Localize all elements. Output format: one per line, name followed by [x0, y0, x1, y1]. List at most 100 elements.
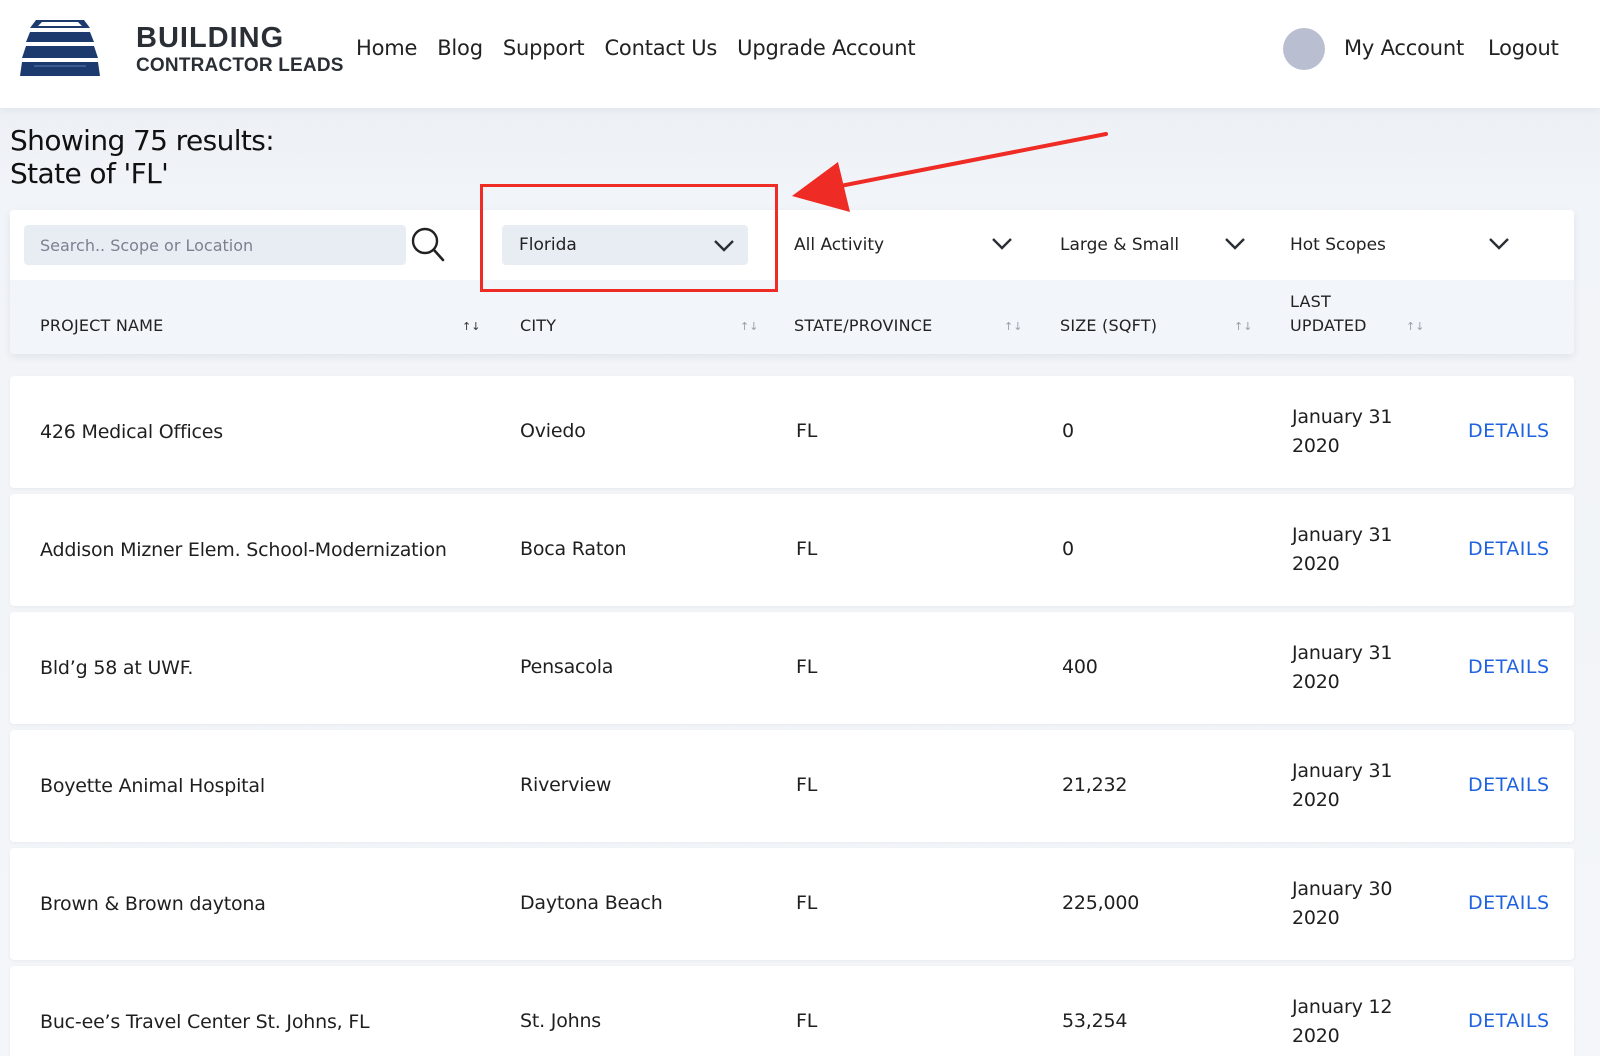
last-updated: January 31 2020 — [1292, 757, 1422, 815]
activity-dropdown-value: All Activity — [794, 235, 885, 255]
last-updated-year: 2020 — [1292, 435, 1340, 457]
last-updated: January 31 2020 — [1292, 639, 1422, 697]
size-dropdown[interactable]: Large & Small — [1060, 235, 1245, 255]
top-header: BUILDING CONTRACTOR LEADS Home Blog Supp… — [0, 0, 1600, 108]
last-updated: January 31 2020 — [1292, 521, 1422, 579]
state-select[interactable]: Florida — [502, 225, 748, 265]
logout-link[interactable]: Logout — [1488, 36, 1559, 60]
results-heading: Showing 75 results: State of 'FL' — [10, 124, 275, 190]
last-updated-year: 2020 — [1292, 553, 1340, 575]
details-link[interactable]: DETAILS — [1468, 889, 1550, 918]
nav-upgrade-account[interactable]: Upgrade Account — [737, 36, 915, 60]
results-filter-summary: State of 'FL' — [10, 157, 169, 190]
sort-icon[interactable]: ↑↓ — [740, 320, 758, 333]
column-city[interactable]: CITY — [520, 314, 556, 338]
last-updated-date: January 12 — [1292, 996, 1393, 1018]
search-icon[interactable] — [410, 225, 446, 263]
building-logo-icon[interactable] — [20, 18, 100, 80]
scopes-dropdown[interactable]: Hot Scopes — [1290, 235, 1509, 255]
state: FL — [796, 892, 818, 914]
last-updated-date: January 31 — [1292, 406, 1393, 428]
main-nav: Home Blog Support Contact Us Upgrade Acc… — [356, 36, 916, 60]
city: St. Johns — [520, 1010, 602, 1032]
nav-support[interactable]: Support — [503, 36, 585, 60]
chevron-down-icon — [992, 238, 1012, 250]
scopes-dropdown-value: Hot Scopes — [1290, 235, 1386, 255]
chevron-down-icon — [714, 240, 734, 252]
brand-line-1: BUILDING — [136, 22, 285, 54]
column-last-updated-line-2: UPDATED — [1290, 316, 1367, 335]
city: Oviedo — [520, 420, 586, 442]
avatar[interactable] — [1283, 28, 1325, 70]
last-updated-year: 2020 — [1292, 1025, 1340, 1047]
activity-dropdown[interactable]: All Activity — [794, 235, 1012, 255]
column-last-updated-line-1: LAST — [1290, 292, 1331, 311]
city: Riverview — [520, 774, 612, 796]
project-name: Brown & Brown daytona — [40, 892, 266, 915]
column-state-province[interactable]: STATE/PROVINCE — [794, 314, 932, 338]
size-sqft: 0 — [1062, 538, 1074, 560]
last-updated-year: 2020 — [1292, 907, 1340, 929]
project-name: Buc-ee’s Travel Center St. Johns, FL — [40, 1010, 370, 1033]
column-last-updated[interactable]: LAST UPDATED — [1290, 290, 1367, 338]
last-updated-date: January 31 — [1292, 642, 1393, 664]
table-row: Boyette Animal Hospital Riverview FL 21,… — [10, 730, 1574, 842]
details-link[interactable]: DETAILS — [1468, 535, 1550, 564]
last-updated: January 31 2020 — [1292, 403, 1422, 461]
size-sqft: 400 — [1062, 656, 1098, 678]
state: FL — [796, 1010, 818, 1032]
size-sqft: 53,254 — [1062, 1010, 1128, 1032]
my-account-link[interactable]: My Account — [1344, 36, 1464, 60]
table-row: Bld’g 58 at UWF. Pensacola FL 400 Januar… — [10, 612, 1574, 724]
table-row: 426 Medical Offices Oviedo FL 0 January … — [10, 376, 1574, 488]
sort-icon[interactable]: ↑↓ — [462, 320, 480, 333]
results-list: 426 Medical Offices Oviedo FL 0 January … — [10, 376, 1574, 1056]
project-name: Addison Mizner Elem. School-Modernizatio… — [40, 538, 447, 561]
column-size[interactable]: SIZE (SQFT) — [1060, 314, 1157, 338]
city: Pensacola — [520, 656, 614, 678]
city: Boca Raton — [520, 538, 627, 560]
details-link[interactable]: DETAILS — [1468, 1007, 1550, 1036]
table-row: Brown & Brown daytona Daytona Beach FL 2… — [10, 848, 1574, 960]
nav-contact-us[interactable]: Contact Us — [604, 36, 717, 60]
state: FL — [796, 774, 818, 796]
last-updated-date: January 31 — [1292, 760, 1393, 782]
nav-home[interactable]: Home — [356, 36, 417, 60]
filter-panel: Florida All Activity Large & Small Hot S… — [10, 210, 1574, 354]
nav-blog[interactable]: Blog — [437, 36, 483, 60]
table-header: PROJECT NAME ↑↓ CITY ↑↓ STATE/PROVINCE ↑… — [10, 280, 1574, 354]
city: Daytona Beach — [520, 892, 663, 914]
sort-icon[interactable]: ↑↓ — [1406, 320, 1424, 333]
sort-icon[interactable]: ↑↓ — [1004, 320, 1022, 333]
state: FL — [796, 656, 818, 678]
last-updated: January 30 2020 — [1292, 875, 1422, 933]
project-name: Bld’g 58 at UWF. — [40, 656, 194, 679]
sort-icon[interactable]: ↑↓ — [1234, 320, 1252, 333]
state: FL — [796, 420, 818, 442]
chevron-down-icon — [1225, 238, 1245, 250]
size-sqft: 225,000 — [1062, 892, 1140, 914]
last-updated: January 12 2020 — [1292, 993, 1422, 1051]
size-dropdown-value: Large & Small — [1060, 235, 1180, 255]
state-select-value: Florida — [519, 235, 577, 255]
project-name: Boyette Animal Hospital — [40, 774, 265, 797]
state: FL — [796, 538, 818, 560]
last-updated-date: January 30 — [1292, 878, 1393, 900]
search-input[interactable] — [24, 225, 406, 265]
column-project-name[interactable]: PROJECT NAME — [40, 314, 163, 338]
last-updated-date: January 31 — [1292, 524, 1393, 546]
brand-line-2: CONTRACTOR LEADS — [136, 55, 344, 76]
last-updated-year: 2020 — [1292, 789, 1340, 811]
size-sqft: 0 — [1062, 420, 1074, 442]
details-link[interactable]: DETAILS — [1468, 771, 1550, 800]
details-link[interactable]: DETAILS — [1468, 653, 1550, 682]
results-count: Showing 75 results: — [10, 124, 275, 157]
project-name: 426 Medical Offices — [40, 420, 223, 443]
last-updated-year: 2020 — [1292, 671, 1340, 693]
table-row: Addison Mizner Elem. School-Modernizatio… — [10, 494, 1574, 606]
size-sqft: 21,232 — [1062, 774, 1128, 796]
chevron-down-icon — [1489, 238, 1509, 250]
red-arrow-annotation — [792, 132, 1108, 212]
details-link[interactable]: DETAILS — [1468, 417, 1550, 446]
table-row: Buc-ee’s Travel Center St. Johns, FL St.… — [10, 966, 1574, 1056]
